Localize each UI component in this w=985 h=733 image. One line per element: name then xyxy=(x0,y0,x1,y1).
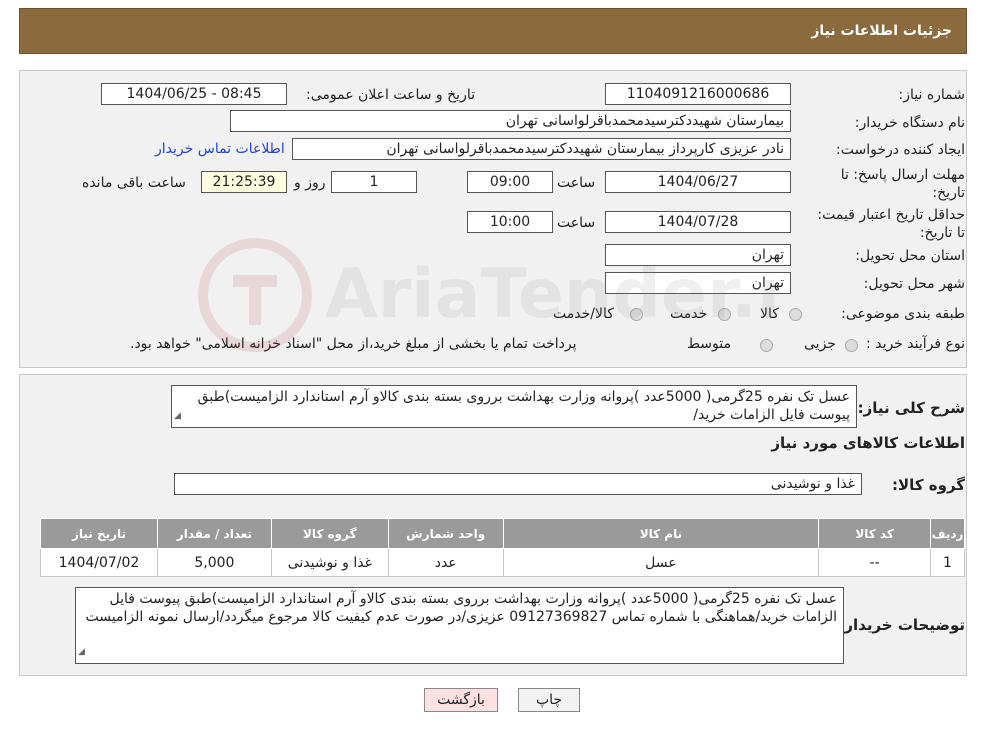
buyer-notes-field[interactable]: عسل تک نفره 25گرمی( 5000عدد )پروانه وزار… xyxy=(75,587,844,664)
cell-row: 1 xyxy=(930,548,965,577)
province-field[interactable]: تهران xyxy=(605,244,791,266)
announce-label: تاریخ و ساعت اعلان عمومی: xyxy=(306,87,475,103)
category-goods-service-label: کالا/خدمت xyxy=(553,306,614,322)
cell-group: غذا و نوشیدنی xyxy=(270,548,389,577)
province-label: استان محل تحویل: xyxy=(855,248,965,264)
col-unit: واحد شمارش xyxy=(387,518,504,549)
city-label: شهر محل تحویل: xyxy=(863,276,965,292)
goods-info-title: اطلاعات کالاهای مورد نیاز xyxy=(771,434,965,452)
description-label: شرح کلی نیاز: xyxy=(857,399,965,417)
deadline-time-field[interactable]: 09:00 xyxy=(467,171,553,193)
category-goods-service-radio[interactable] xyxy=(630,308,643,321)
col-name: نام کالا xyxy=(502,518,820,549)
buyer-notes-text: عسل تک نفره 25گرمی( 5000عدد )پروانه وزار… xyxy=(85,591,837,625)
purchase-partial-label: جزیی xyxy=(804,336,836,352)
buyer-contact-link[interactable]: اطلاعات تماس خریدار xyxy=(155,141,285,157)
days-label: روز و xyxy=(294,175,326,191)
buyer-org-label: نام دستگاه خریدار: xyxy=(854,115,965,131)
page-title: جزئیات اطلاعات نیاز xyxy=(811,23,952,39)
validity-date-field[interactable]: 1404/07/28 xyxy=(605,211,791,233)
validity-time-field[interactable]: 10:00 xyxy=(467,211,553,233)
category-service-radio[interactable] xyxy=(718,308,731,321)
cell-code: -- xyxy=(818,548,932,577)
purchase-partial-radio[interactable] xyxy=(845,339,858,352)
cell-unit: عدد xyxy=(387,548,504,577)
description-field[interactable]: عسل تک نفره 25گرمی( 5000عدد )پروانه وزار… xyxy=(171,385,857,428)
remaining-time-label: ساعت باقی مانده xyxy=(82,175,186,191)
cell-date: 1404/07/02 xyxy=(40,548,158,577)
purchase-medium-radio[interactable] xyxy=(760,339,773,352)
days-field[interactable]: 1 xyxy=(331,171,417,193)
col-group: گروه کالا xyxy=(270,518,389,549)
page-header: جزئیات اطلاعات نیاز xyxy=(19,8,967,54)
city-field[interactable]: تهران xyxy=(605,272,791,294)
buyer-org-field[interactable]: بیمارستان شهیددکترسیدمحمدباقرلواسانی تهر… xyxy=(230,110,791,132)
col-row: ردیف xyxy=(930,518,965,549)
cell-quantity: 5,000 xyxy=(156,548,272,577)
col-code: کد کالا xyxy=(818,518,932,549)
description-text: عسل تک نفره 25گرمی( 5000عدد )پروانه وزار… xyxy=(197,389,850,423)
category-goods-radio[interactable] xyxy=(789,308,802,321)
category-service-label: خدمت xyxy=(670,306,708,322)
goods-table-header: ردیف کد کالا نام کالا واحد شمارش گروه کا… xyxy=(40,518,965,549)
goods-group-field[interactable]: غذا و نوشیدنی xyxy=(174,473,862,495)
cell-name: عسل xyxy=(502,548,820,577)
purchase-note: پرداخت تمام یا بخشی از مبلغ خرید،از محل … xyxy=(130,336,577,352)
validity-label: حداقل تاریخ اعتبار قیمت: تا تاریخ: xyxy=(817,207,965,241)
need-number-label: شماره نیاز: xyxy=(898,87,966,103)
category-goods-label: کالا xyxy=(760,306,779,322)
goods-group-label: گروه کالا: xyxy=(892,476,965,494)
deadline-date-field[interactable]: 1404/06/27 xyxy=(605,171,791,193)
validity-time-label: ساعت xyxy=(557,215,596,231)
need-number-field[interactable]: 1104091216000686 xyxy=(605,83,791,105)
purchase-medium-label: متوسط xyxy=(687,336,731,352)
creator-label: ایجاد کننده درخواست: xyxy=(836,142,965,158)
table-row[interactable]: 1 -- عسل عدد غذا و نوشیدنی 5,000 1404/07… xyxy=(40,548,965,577)
purchase-type-label: نوع فرآیند خرید : xyxy=(866,336,965,352)
resize-grip-icon[interactable]: ◢ xyxy=(174,407,181,425)
back-button[interactable]: بازگشت xyxy=(424,688,498,712)
remaining-time-field[interactable]: 21:25:39 xyxy=(201,171,287,193)
resize-grip-icon[interactable]: ◢ xyxy=(78,643,85,661)
creator-field[interactable]: نادر عزیزی کارپرداز بیمارستان شهیددکترسی… xyxy=(292,138,791,160)
goods-table: ردیف کد کالا نام کالا واحد شمارش گروه کا… xyxy=(40,518,965,577)
deadline-label: مهلت ارسال پاسخ: تا تاریخ: xyxy=(840,167,965,201)
announce-datetime-field[interactable]: 1404/06/25 - 08:45 xyxy=(101,83,287,105)
col-quantity: تعداد / مقدار xyxy=(156,518,272,549)
deadline-time-label: ساعت xyxy=(557,175,596,191)
col-date: تاریخ نیاز xyxy=(40,518,158,549)
print-button[interactable]: چاپ xyxy=(518,688,580,712)
category-label: طبقه بندی موضوعی: xyxy=(841,306,965,322)
buyer-notes-label: توضیحات خریدار: xyxy=(838,616,965,634)
